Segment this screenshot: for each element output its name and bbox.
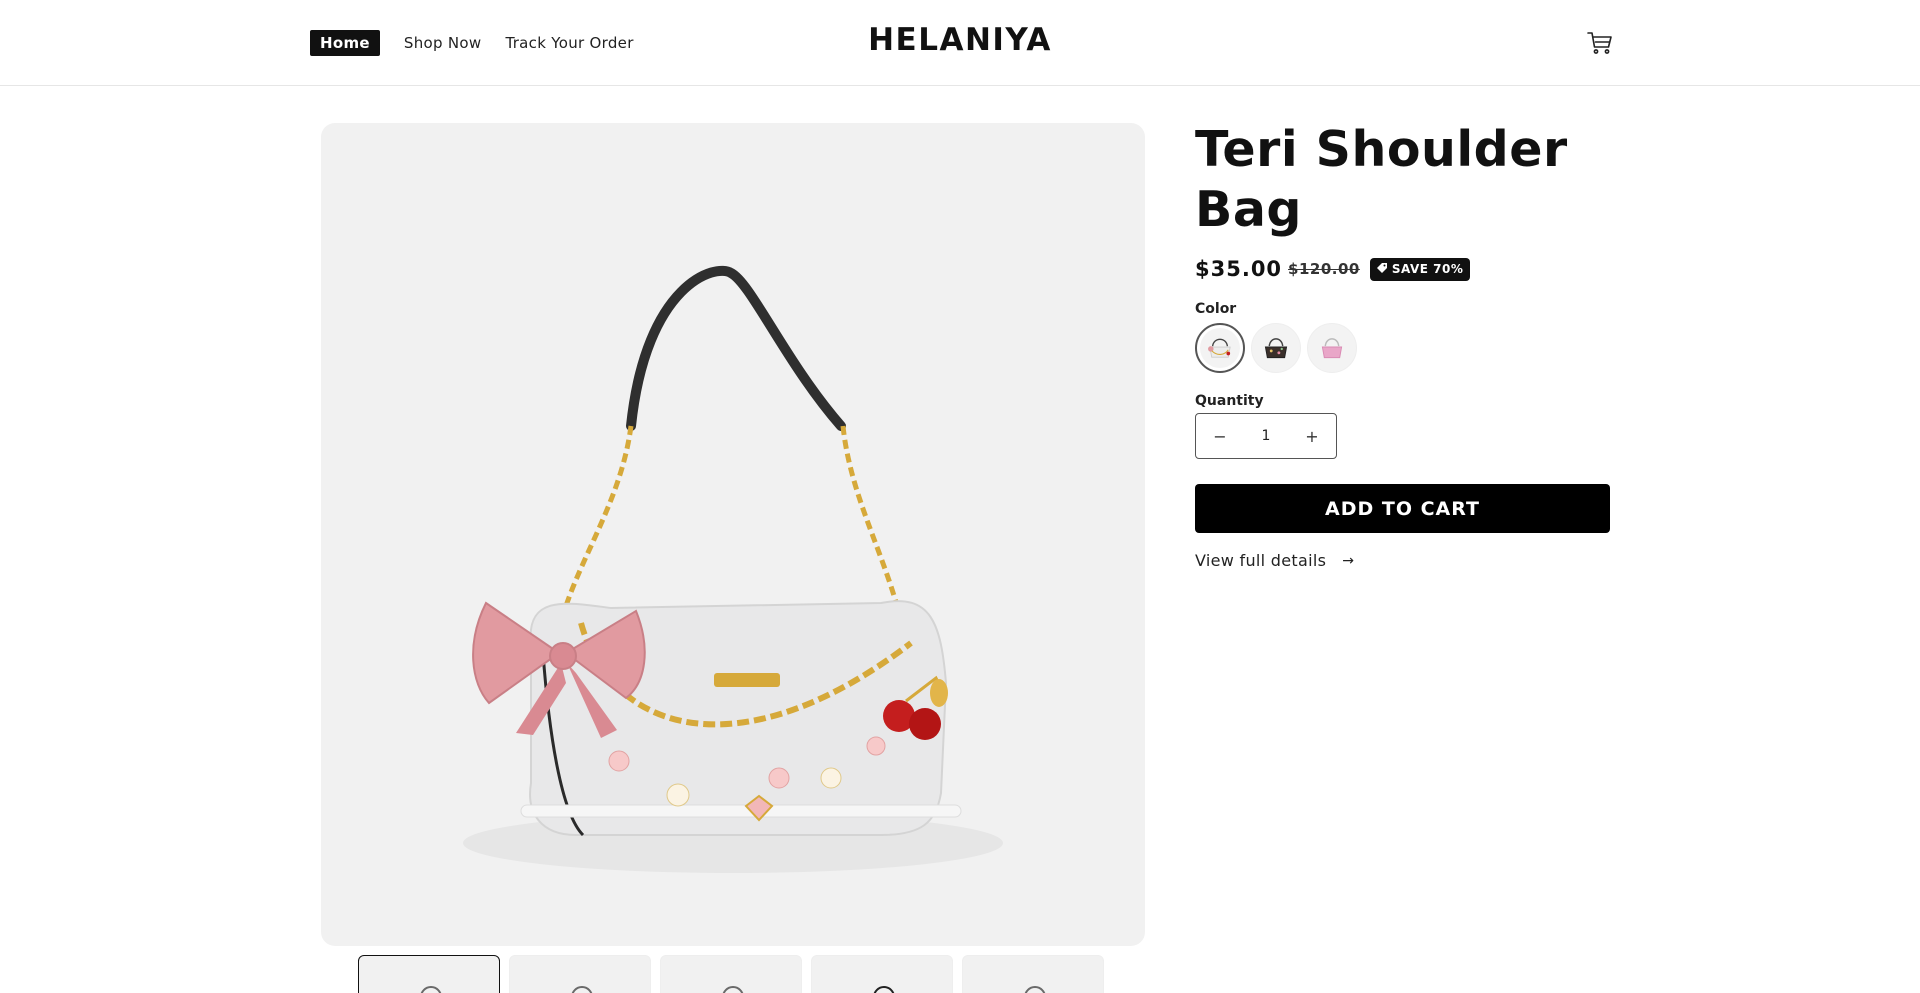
thumbnail-3[interactable] [660, 955, 802, 993]
add-to-cart-button[interactable]: ADD TO CART [1195, 484, 1610, 533]
product-info: Teri Shoulder Bag $35.00 $120.00 SAVE 70… [1195, 120, 1610, 570]
product-title: Teri Shoulder Bag [1195, 121, 1568, 238]
thumbnail-5[interactable] [962, 955, 1104, 993]
quantity-input[interactable]: 1 [1262, 428, 1271, 444]
site-header: Home Shop Now Track Your Order HELANIYA [0, 0, 1920, 86]
view-full-details-link[interactable]: View full details → [1195, 551, 1610, 570]
thumbnail-strip [358, 955, 1104, 993]
price-row: $35.00 $120.00 SAVE 70% [1195, 257, 1610, 281]
quantity-increase-button[interactable]: + [1302, 427, 1322, 446]
quantity-stepper: − 1 + [1195, 413, 1337, 459]
sale-badge: SAVE 70% [1369, 257, 1471, 281]
sale-badge-text: SAVE 70% [1391, 262, 1464, 276]
view-full-details-label: View full details [1195, 551, 1327, 570]
product-main-image[interactable] [321, 123, 1145, 946]
quantity-label: Quantity [1195, 393, 1264, 409]
cart-icon[interactable] [1586, 30, 1614, 56]
thumbnail-4[interactable] [811, 955, 953, 993]
swatch-white-cherry-bag[interactable] [1195, 323, 1245, 373]
color-label: Color [1195, 301, 1237, 317]
swatch-black-floral-bag[interactable] [1251, 323, 1301, 373]
tag-icon [1376, 262, 1388, 277]
compare-price: $120.00 [1288, 260, 1360, 278]
sale-price: $35.00 [1195, 257, 1283, 281]
store-logo[interactable]: HELANIYA [0, 22, 1920, 58]
quantity-decrease-button[interactable]: − [1210, 427, 1230, 446]
thumbnail-2[interactable] [509, 955, 651, 993]
arrow-right-icon: → [1342, 552, 1355, 569]
color-swatches [1195, 323, 1610, 373]
swatch-pink-bag[interactable] [1307, 323, 1357, 373]
thumbnail-1[interactable] [358, 955, 500, 993]
